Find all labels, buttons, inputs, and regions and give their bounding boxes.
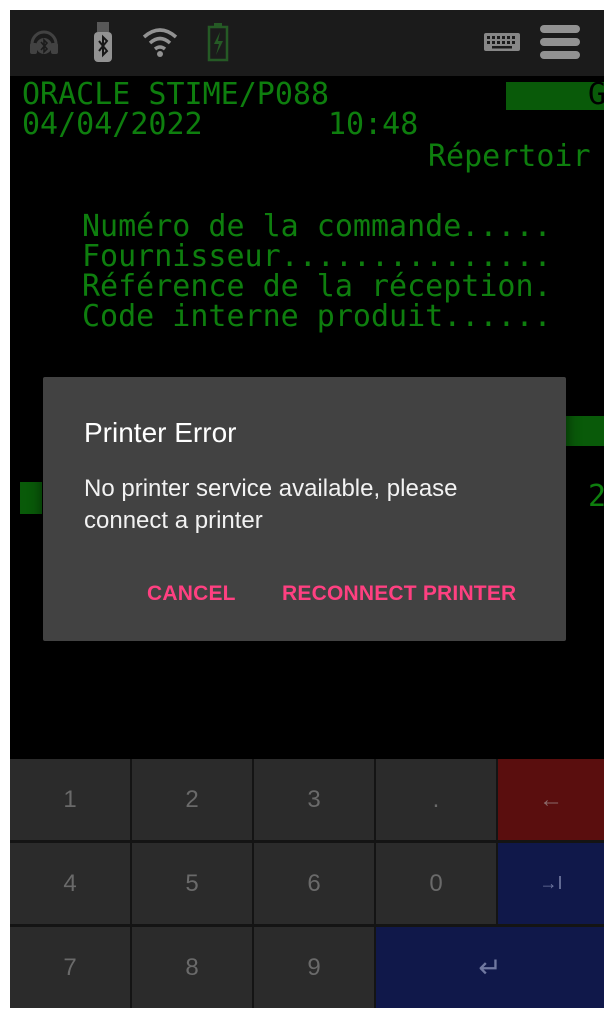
numeric-keypad: 1 2 3 . ← 4 5 6 0 →I 7 8 9 ↵ <box>10 759 604 1008</box>
backspace-key[interactable]: ← <box>498 759 604 840</box>
key-3[interactable]: 3 <box>254 759 374 840</box>
key-5[interactable]: 5 <box>132 843 252 924</box>
dialog-message: No printer service available, please con… <box>84 475 458 534</box>
tab-key[interactable]: →I <box>498 843 604 924</box>
key-6[interactable]: 6 <box>254 843 374 924</box>
key-8[interactable]: 8 <box>132 927 252 1008</box>
key-9[interactable]: 9 <box>254 927 374 1008</box>
device-screen: ORACLE STIME/P088 G 04/04/2022 10:48 Rép… <box>10 10 604 1008</box>
printer-error-dialog: Printer Error No printer service availab… <box>43 377 566 641</box>
key-2[interactable]: 2 <box>132 759 252 840</box>
dialog-title: Printer Error <box>84 417 237 448</box>
key-7[interactable]: 7 <box>10 927 130 1008</box>
key-4[interactable]: 4 <box>10 843 130 924</box>
enter-key[interactable]: ↵ <box>376 927 604 1008</box>
reconnect-printer-button[interactable]: RECONNECT PRINTER <box>282 582 516 606</box>
key-1[interactable]: 1 <box>10 759 130 840</box>
key-0[interactable]: 0 <box>376 843 496 924</box>
key-decimal-point[interactable]: . <box>376 759 496 840</box>
cancel-button[interactable]: CANCEL <box>147 582 236 606</box>
